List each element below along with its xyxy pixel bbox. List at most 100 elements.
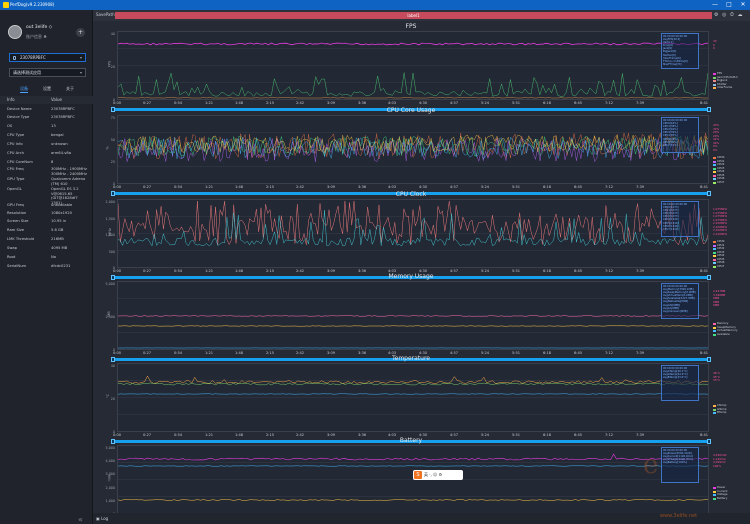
toolbar: SavePath label1 ⚙ ◎ ⏱ ☁ [93, 10, 750, 21]
chart-plot-area[interactable] [117, 281, 709, 350]
x-tick: 3:36 [358, 185, 367, 189]
stats-box: 00:00:00 00:00:00 CPU0[42%] CPU1[38%] CPU2[… [661, 117, 699, 153]
info-value: 216MB [51, 237, 64, 241]
series-legend: CTemp GTemp BTemp [713, 403, 750, 415]
legend-label: Battery [717, 495, 728, 500]
y-tick: 2,000 [105, 200, 115, 204]
tab-about[interactable]: 关于 [66, 86, 74, 92]
info-key: CPU Freq [7, 167, 24, 171]
info-value-header: Value [51, 97, 62, 102]
chart-plot-area[interactable] [117, 363, 709, 432]
y-tick: 25 [110, 160, 115, 164]
chart-title: FPS [405, 23, 417, 30]
info-key: CPU Type [7, 133, 25, 137]
info-value: unavailable [51, 203, 73, 207]
device-select[interactable]: 23078RPBFC ▾ [9, 53, 86, 62]
cloud-icon[interactable]: ☁ [738, 12, 744, 18]
app-select[interactable]: 请选择测试应用 ▾ [9, 68, 86, 77]
chart-plot-area[interactable] [117, 199, 709, 268]
settings-icon[interactable]: ⚙ [714, 12, 719, 18]
chart-svg [117, 298, 709, 349]
chevron-down-icon: ▾ [79, 55, 82, 60]
current-value: 0 [713, 46, 715, 50]
legend-item[interactable]: Battery [713, 495, 750, 501]
tab-settings[interactable]: 设置 [43, 86, 51, 92]
current-value: 33°C [713, 378, 720, 382]
chart-plot-area[interactable] [117, 31, 709, 100]
x-tick: 6:45 [574, 101, 583, 105]
x-tick: 7:12 [605, 185, 614, 189]
current-values: 4,590mW 1,120mA 4,099mV 100% [713, 453, 727, 468]
y-tick: 5,000 [105, 282, 115, 286]
label-bar[interactable]: label1 [115, 12, 712, 19]
info-value: bengal [51, 133, 64, 137]
main-panel: SavePath label1 ⚙ ◎ ⏱ ☁ FPS FPS 40 20 0 00:00… [93, 10, 750, 524]
info-value: 1080x1920 [51, 211, 72, 215]
legend-item[interactable]: CPU7 [713, 180, 750, 185]
info-key: OS [7, 124, 13, 128]
toolbar-icons[interactable]: ⚙ ◎ ⏱ ☁ [714, 12, 744, 18]
log-label: Log [101, 516, 109, 521]
y-tick: 1,000 [105, 233, 115, 237]
chart-panel: Memory Usage MB 5,000 2,500 0 00:00:00 00:00:… [106, 273, 738, 362]
info-value: 5.6 GB [51, 228, 64, 232]
current-value: 0MB [713, 303, 720, 307]
legend-item[interactable]: InterFrame [713, 85, 750, 90]
legend-item[interactable]: Available [713, 332, 750, 337]
timer-icon[interactable]: ⏱ [730, 12, 735, 18]
stats-line: CPU7[31%] [663, 143, 678, 147]
info-key: Root [7, 255, 16, 259]
x-tick: 5:51 [512, 101, 521, 105]
y-tick: 40 [110, 364, 115, 368]
target-icon[interactable]: ◎ [722, 12, 727, 18]
stats-box: 00:00:00 00:00:00 AvgPower[4590.4mW] AvgCu… [661, 447, 699, 483]
minimize-button[interactable]: — [708, 0, 722, 10]
legend-label: CPU7 [717, 263, 725, 268]
y-tick: 2,500 [105, 315, 115, 319]
series-legend: CPU0 CPU1 CPU2 CPU3 CPU4 CPU5 CPU6 CPU7 [713, 155, 750, 185]
info-value: 23078RPBFC [51, 107, 75, 111]
current-value: 0% [713, 147, 718, 152]
stats-box: 00:00:00 00:00:00 AvgCTemp[46.1°C] AvgGTem… [661, 365, 699, 401]
chart-title: Temperature [391, 355, 430, 362]
info-value: Qualcomm Adreno (TM) 610 [51, 177, 86, 186]
x-tick: 0:27 [143, 101, 152, 105]
x-tick: 0:54 [174, 185, 183, 189]
user-name: out 3elife ◇ [26, 25, 53, 30]
ime-icons: 英 ·, ☺ ⚙ [424, 472, 443, 477]
x-tick: 2:15 [266, 101, 275, 105]
legend-swatch [713, 87, 716, 89]
x-tick: 7:12 [605, 101, 614, 105]
stats-line: CPU7[1340] [663, 227, 679, 231]
legend-label: BTemp [717, 410, 727, 414]
close-button[interactable]: ✕ [736, 0, 750, 10]
y-tick: 2,000 [105, 485, 115, 490]
chart-title: CPU Clock [395, 191, 427, 198]
chart-plot-area[interactable] [117, 115, 709, 184]
y-tick: 75 [110, 116, 115, 120]
x-tick: 3:09 [327, 101, 336, 105]
tab-device[interactable]: 设备 [20, 86, 28, 93]
current-values: 2,227MB 3,396MB 0MB 0MB 0MB [713, 289, 725, 308]
x-tick: 2:42 [296, 185, 305, 189]
account-info-link[interactable]: 账户信息 ♣ [26, 34, 47, 40]
collapse-sidebar-icon[interactable]: « [78, 515, 83, 524]
chart-title: CPU Core Usage [386, 107, 436, 114]
x-tick: 0:00 [113, 185, 122, 189]
current-values: 30 0 0 [713, 39, 717, 51]
info-key: Device Name [7, 107, 32, 111]
x-tick: 4:03 [388, 185, 397, 189]
series-legend: CPU0 CPU1 CPU2 CPU3 CPU4 CPU5 CPU6 CPU7 [713, 239, 750, 269]
avatar[interactable] [8, 25, 22, 39]
maximize-button[interactable]: □ [722, 0, 736, 10]
series-line [117, 72, 709, 97]
bottom-bar: ▣ Log [93, 513, 750, 524]
save-path-label[interactable]: SavePath [96, 12, 115, 17]
x-tick: 8:41 [700, 101, 709, 105]
legend-item[interactable]: CPU7 [713, 263, 750, 269]
legend-item[interactable]: BTemp [713, 410, 750, 415]
log-button[interactable]: ▣ Log [96, 516, 108, 521]
add-icon[interactable]: + [76, 28, 85, 37]
y-axis-label: % [105, 146, 110, 150]
series-legend: FPS Jank(CPU/GPU) BigJank Stutter InterFrame [713, 71, 750, 90]
